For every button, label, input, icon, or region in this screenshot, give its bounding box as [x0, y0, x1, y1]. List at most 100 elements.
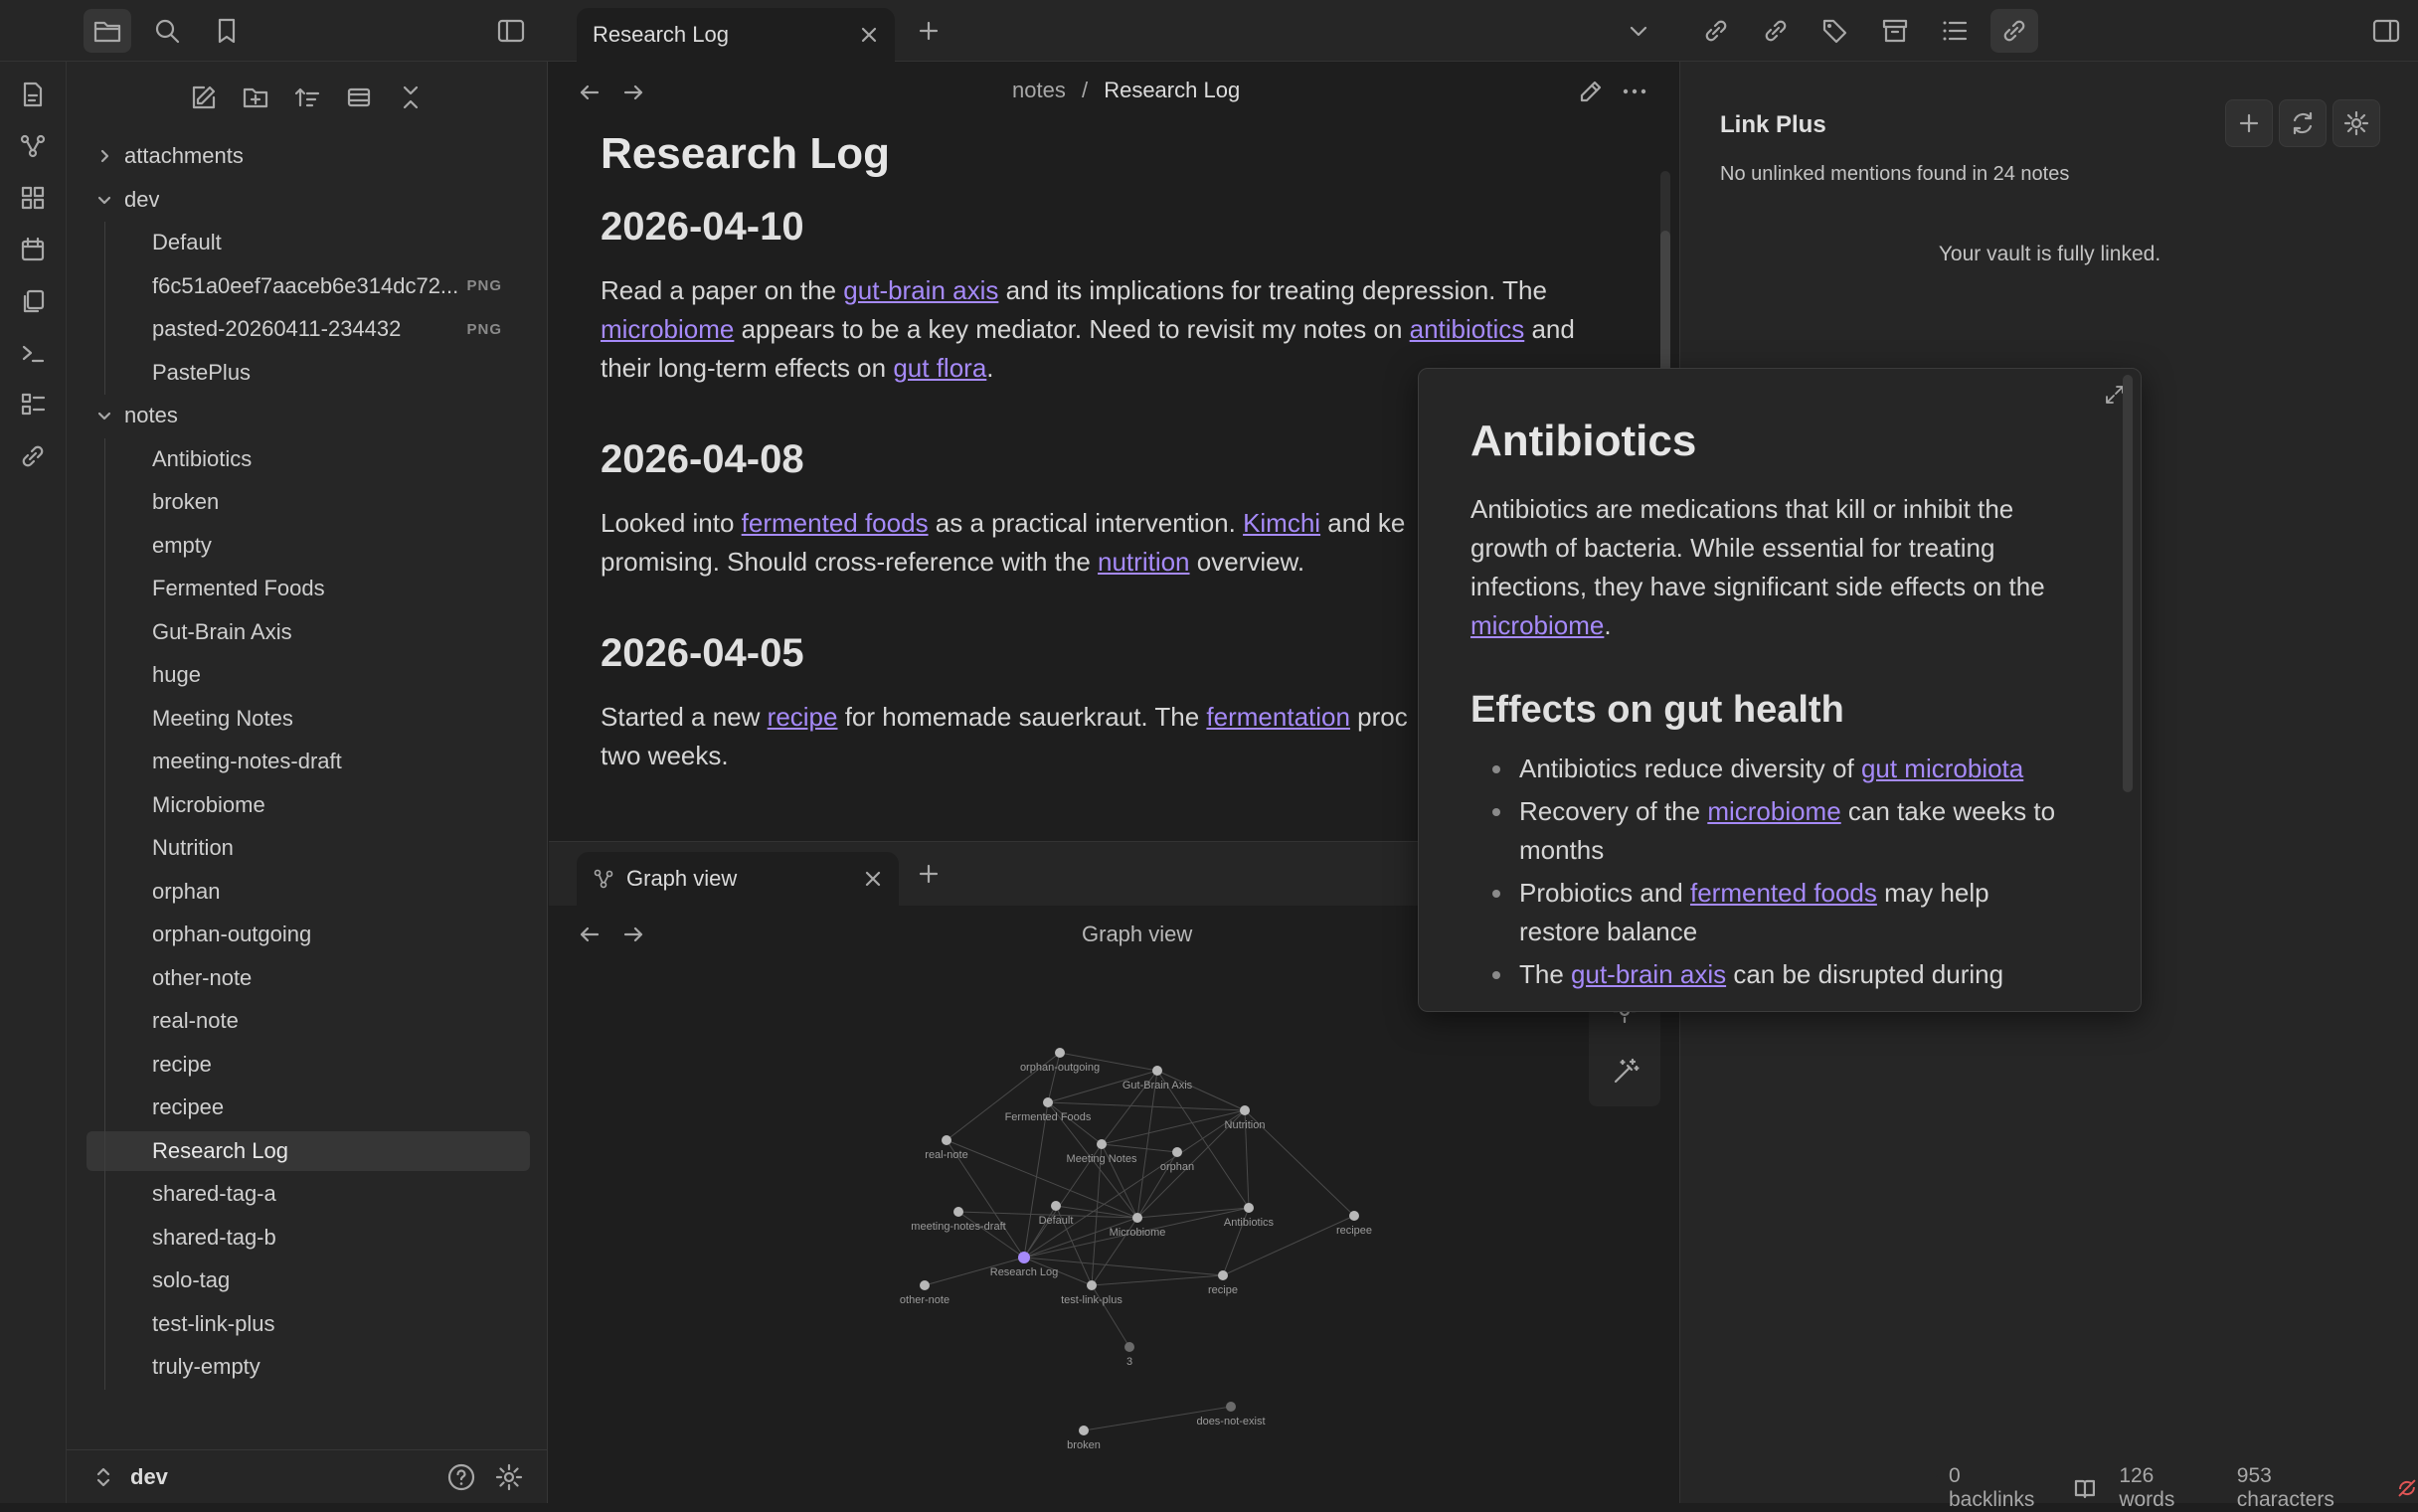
close-icon[interactable] — [859, 25, 879, 45]
forward-arrow-icon[interactable] — [620, 80, 646, 105]
graph-node[interactable]: Gut-Brain Axis — [1123, 1066, 1193, 1092]
graph-node-dot[interactable] — [1018, 1252, 1030, 1263]
link-plus-icon[interactable] — [1990, 9, 2038, 53]
folder-item[interactable]: attachments — [67, 136, 534, 176]
link-check-icon[interactable] — [1752, 9, 1800, 53]
graph-node-dot[interactable] — [1218, 1270, 1228, 1280]
graph-node[interactable]: broken — [1067, 1426, 1101, 1451]
chevron-down-icon[interactable] — [96, 192, 112, 208]
note-preview-popover[interactable]: Antibiotics Antibiotics are medications … — [1418, 368, 2142, 1012]
bookmark-icon[interactable] — [203, 9, 251, 53]
graph-node[interactable]: Meeting Notes — [1067, 1139, 1137, 1165]
file-item[interactable]: f6c51a0eef7aaceb6e314dc72... PNG — [67, 266, 534, 306]
back-arrow-icon[interactable] — [577, 922, 603, 947]
tab-list-chevron-button[interactable] — [1615, 9, 1662, 53]
internal-link[interactable]: gut flora — [893, 353, 986, 383]
file-item[interactable]: solo-tag — [67, 1260, 534, 1300]
new-tab-plus-icon[interactable] — [917, 862, 941, 886]
graph-node[interactable]: Default — [1039, 1201, 1074, 1227]
templates-icon[interactable] — [14, 386, 52, 423]
file-item[interactable]: empty — [67, 526, 534, 566]
graph-node-dot[interactable] — [1349, 1211, 1359, 1221]
forward-arrow-icon[interactable] — [620, 922, 646, 947]
graph-icon[interactable] — [14, 127, 52, 165]
graph-node[interactable]: real-note — [925, 1135, 968, 1161]
graph-node-dot[interactable] — [1226, 1402, 1236, 1412]
files-icon[interactable] — [84, 9, 131, 53]
internal-link[interactable]: microbiome — [1707, 796, 1840, 826]
graph-node-dot[interactable] — [1244, 1203, 1254, 1213]
close-icon[interactable] — [863, 869, 883, 889]
folder-item[interactable]: notes — [67, 396, 534, 435]
tab-research-log[interactable]: Research Log — [577, 8, 895, 62]
graph-node[interactable]: Research Log — [990, 1252, 1059, 1278]
back-arrow-icon[interactable] — [577, 80, 603, 105]
auto-reveal-icon[interactable] — [339, 78, 379, 117]
internal-link[interactable]: nutrition — [1098, 547, 1190, 577]
file-item[interactable]: PastePlus — [67, 353, 534, 393]
search-icon[interactable] — [143, 9, 191, 53]
graph-node[interactable]: Fermented Foods — [1005, 1097, 1092, 1123]
internal-link[interactable]: antibiotics — [1410, 314, 1525, 344]
link-microbiome[interactable]: microbiome — [1470, 610, 1604, 640]
file-item[interactable]: broken — [67, 482, 534, 522]
graph-node-dot[interactable] — [1097, 1139, 1107, 1149]
internal-link[interactable]: fermentation — [1206, 702, 1350, 732]
graph-node-dot[interactable] — [1055, 1048, 1065, 1058]
folder-item[interactable]: dev — [67, 180, 534, 220]
graph-node[interactable]: 3 — [1124, 1342, 1134, 1368]
link-icon[interactable] — [14, 437, 52, 475]
file-item[interactable]: test-link-plus — [67, 1304, 534, 1344]
terminal-icon[interactable] — [14, 334, 52, 372]
graph-node-dot[interactable] — [1079, 1426, 1089, 1435]
graph-canvas[interactable]: orphan-outgoing Gut-Brain Axis Fermented F… — [549, 961, 1678, 1504]
graph-node-dot[interactable] — [1051, 1201, 1061, 1211]
graph-node-dot[interactable] — [1132, 1213, 1142, 1223]
internal-link[interactable]: microbiome — [601, 314, 734, 344]
file-item[interactable]: pasted-20260411-234432 PNG — [67, 309, 534, 349]
backlinks-count[interactable]: 0 backlinks — [1949, 1464, 2051, 1512]
internal-link[interactable]: recipe — [768, 702, 838, 732]
file-item[interactable]: Default — [67, 223, 534, 262]
new-folder-icon[interactable] — [236, 78, 275, 117]
calendar-icon[interactable] — [14, 231, 52, 268]
add-link-button[interactable] — [2225, 99, 2273, 147]
panel-settings-button[interactable] — [2332, 99, 2380, 147]
graph-node[interactable]: orphan-outgoing — [1020, 1048, 1100, 1074]
graph-node[interactable]: Antibiotics — [1224, 1203, 1275, 1229]
file-item[interactable]: orphan-outgoing — [67, 915, 534, 954]
file-item[interactable]: Meeting Notes — [67, 699, 534, 739]
open-note-icon[interactable] — [14, 76, 52, 113]
internal-link[interactable]: fermented foods — [1690, 878, 1877, 908]
graph-node[interactable]: meeting-notes-draft — [911, 1207, 1006, 1233]
internal-link[interactable]: gut-brain axis — [1571, 959, 1726, 989]
tags-icon[interactable] — [1812, 9, 1859, 53]
graph-node-dot[interactable] — [1043, 1097, 1053, 1107]
toggle-right-sidebar-icon[interactable] — [2362, 9, 2410, 53]
file-item[interactable]: Nutrition — [67, 828, 534, 868]
chevron-down-icon[interactable] — [96, 408, 112, 423]
file-item[interactable]: Microbiome — [67, 785, 534, 825]
more-options-icon[interactable] — [1621, 80, 1648, 103]
unlink-icon[interactable] — [1692, 9, 1740, 53]
file-item[interactable]: recipee — [67, 1088, 534, 1127]
internal-link[interactable]: Kimchi — [1243, 508, 1320, 538]
edit-pencil-icon[interactable] — [1577, 78, 1605, 105]
collapse-all-icon[interactable] — [391, 78, 431, 117]
file-item[interactable]: Research Log — [86, 1130, 530, 1171]
sort-icon[interactable] — [287, 78, 327, 117]
internal-link[interactable]: gut microbiota — [1861, 754, 2023, 783]
breadcrumb-folder[interactable]: notes — [1012, 78, 1066, 102]
file-item[interactable]: huge — [67, 655, 534, 695]
sync-off-icon[interactable] — [2396, 1477, 2418, 1499]
new-note-icon[interactable] — [184, 78, 224, 117]
internal-link[interactable]: fermented foods — [742, 508, 929, 538]
chevron-right-icon[interactable] — [96, 148, 112, 164]
file-item[interactable]: shared-tag-a — [67, 1174, 534, 1214]
file-item[interactable]: recipe — [67, 1045, 534, 1085]
settings-gear-icon[interactable] — [494, 1462, 524, 1492]
file-item[interactable]: truly-empty — [67, 1347, 534, 1387]
file-item[interactable]: real-note — [67, 1001, 534, 1041]
file-item[interactable]: other-note — [67, 958, 534, 998]
canvas-icon[interactable] — [14, 179, 52, 217]
